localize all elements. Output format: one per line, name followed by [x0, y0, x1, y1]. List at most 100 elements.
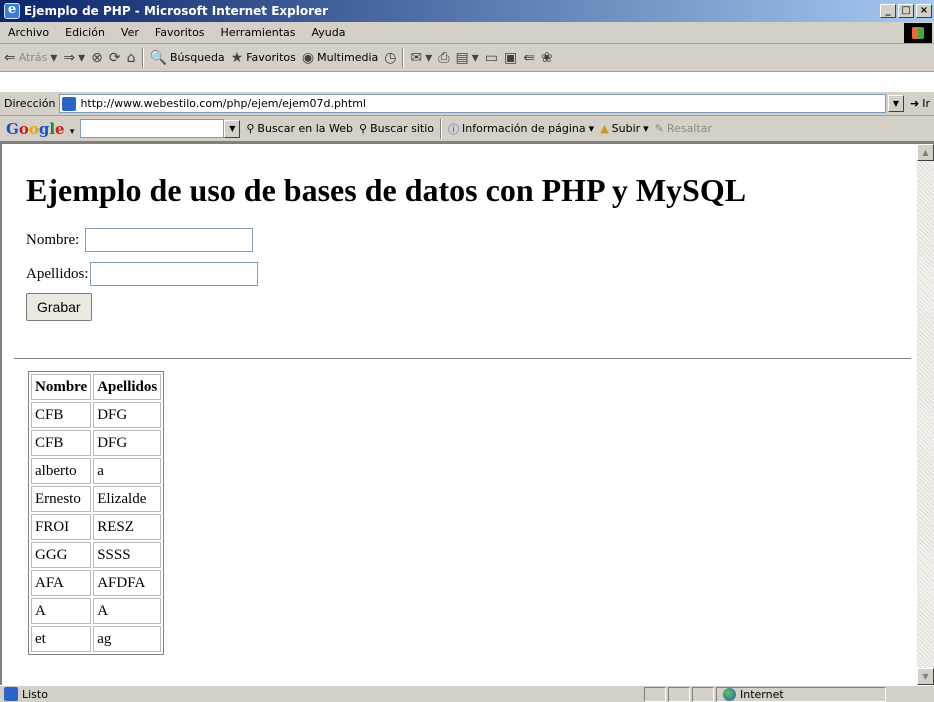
refresh-icon: ⟳ — [108, 49, 121, 66]
cell-apellidos: ag — [93, 626, 162, 652]
scroll-up-button[interactable]: ▲ — [917, 144, 934, 161]
cell-nombre: CFB — [31, 430, 92, 456]
cell-nombre: et — [31, 626, 92, 652]
address-input[interactable]: http://www.webestilo.com/php/ejem/ejem07… — [59, 94, 886, 113]
apellidos-label: Apellidos: — [26, 265, 89, 282]
page-viewport: Ejemplo de uso de bases de datos con PHP… — [0, 142, 934, 685]
go-arrow-icon: ➜ — [910, 97, 920, 110]
go-button[interactable]: ➜ Ir — [910, 97, 930, 110]
google-toolbar: Google ▾ ▼ ⚲ Buscar en la Web ⚲ Buscar s… — [0, 116, 934, 142]
window-controls: _ □ × — [880, 4, 932, 18]
scroll-down-button[interactable]: ▼ — [917, 668, 934, 685]
toolbar-separator — [141, 47, 144, 68]
menu-herramientas[interactable]: Herramientas — [213, 26, 304, 39]
status-pane — [644, 686, 666, 702]
table-row: GGG SSSS — [31, 542, 162, 568]
tools-icon: ❀ — [540, 49, 553, 66]
nombre-input[interactable] — [85, 228, 254, 252]
google-logo-letter: g — [38, 119, 50, 138]
edit-button[interactable]: ▤ ▾ — [455, 50, 478, 66]
menu-edicion[interactable]: Edición — [57, 26, 113, 39]
vertical-scrollbar[interactable]: ▲ ▼ — [917, 144, 934, 685]
search-web-button[interactable]: ⚲ Buscar en la Web — [246, 122, 353, 135]
status-pane — [668, 686, 690, 702]
menu-ayuda[interactable]: Ayuda — [303, 26, 353, 39]
nombre-label: Nombre: — [26, 231, 80, 248]
ie-icon — [4, 2, 20, 19]
back-label: Atrás — [18, 51, 48, 64]
highlighter-icon: ✎ — [654, 122, 664, 135]
back-button[interactable]: ⇐ Atrás ▾ — [4, 50, 57, 66]
status-pane — [692, 686, 714, 702]
print-icon: ⎙ — [438, 49, 450, 66]
google-search-input[interactable] — [80, 119, 225, 138]
home-button[interactable]: ⌂ — [127, 50, 136, 66]
results-table-body: CFB DFG CFB DFG alberto a Ernesto Elizalde FROI R… — [31, 402, 162, 652]
menu-ver[interactable]: Ver — [113, 26, 147, 39]
close-button[interactable]: × — [916, 4, 932, 18]
cell-apellidos: RESZ — [93, 514, 162, 540]
forward-button[interactable]: ⇒ ▾ — [63, 50, 85, 66]
forward-arrow-icon: ⇒ — [63, 49, 76, 66]
highlight-label: Resaltar — [666, 122, 712, 135]
google-menu-chevron-icon: ▾ — [69, 126, 75, 137]
messenger-icon: ⇚ — [523, 49, 535, 66]
info-icon: ⓘ — [448, 122, 460, 136]
page-status-icon — [4, 687, 18, 701]
page-info-button[interactable]: ⓘ Información de página ▾ — [448, 121, 594, 137]
tools-button[interactable]: ❀ — [541, 50, 553, 66]
discuss-icon: ▭ — [484, 49, 498, 66]
status-bar: Listo Internet — [0, 685, 934, 702]
window-title: Ejemplo de PHP - Microsoft Internet Expl… — [24, 4, 329, 18]
apellidos-input[interactable] — [89, 262, 258, 286]
address-bar: Dirección http://www.webestilo.com/php/e… — [0, 92, 934, 116]
favorites-button[interactable]: ★ Favoritos — [231, 50, 296, 66]
google-logo[interactable]: Google ▾ — [6, 120, 74, 138]
multimedia-button[interactable]: ◉ Multimedia — [302, 50, 378, 66]
search-site-button[interactable]: ⚲ Buscar sitio — [359, 122, 434, 135]
cell-apellidos: SSSS — [93, 542, 162, 568]
search-site-icon: ⚲ — [359, 122, 368, 135]
cell-apellidos: Elizalde — [93, 486, 162, 512]
standard-toolbar: ⇐ Atrás ▾ ⇒ ▾ ⊗ ⟳ ⌂ 🔍 Búsqueda ★ Favorit… — [0, 44, 934, 72]
research-button[interactable]: ▣ — [504, 50, 517, 66]
history-button[interactable]: ◷ — [384, 50, 396, 66]
maximize-button[interactable]: □ — [898, 4, 914, 18]
favorites-icon: ★ — [230, 49, 244, 66]
discuss-button[interactable]: ▭ — [485, 50, 498, 66]
google-logo-letter: o — [18, 119, 29, 138]
refresh-button[interactable]: ⟳ — [109, 50, 121, 66]
address-dropdown-button[interactable]: ▼ — [888, 95, 904, 112]
search-web-label: Buscar en la Web — [257, 122, 353, 135]
cell-nombre: Ernesto — [31, 486, 92, 512]
favorites-label: Favoritos — [246, 51, 296, 64]
table-row: alberto a — [31, 458, 162, 484]
apellidos-row: Apellidos: — [26, 261, 746, 287]
status-text: Listo — [22, 687, 48, 701]
menu-archivo[interactable]: Archivo — [0, 26, 57, 39]
menu-favoritos[interactable]: Favoritos — [147, 26, 213, 39]
globe-icon — [723, 687, 736, 701]
page-icon — [62, 96, 77, 111]
stop-button[interactable]: ⊗ — [91, 50, 103, 66]
highlight-button[interactable]: ✎ Resaltar — [655, 122, 712, 135]
messenger-button[interactable]: ⇚ — [523, 50, 535, 66]
table-header-row: Nombre Apellidos — [31, 374, 162, 400]
mail-button[interactable]: ✉ ▾ — [410, 50, 432, 66]
multimedia-label: Multimedia — [317, 51, 379, 64]
print-button[interactable]: ⎙ — [438, 50, 449, 66]
up-button[interactable]: ▲ Subir ▾ — [600, 122, 649, 135]
edit-icon: ▤ — [455, 49, 469, 66]
security-zone: Internet — [716, 686, 886, 702]
google-logo-letter: G — [6, 119, 19, 138]
dropdown-icon: ▾ — [78, 49, 86, 66]
google-search-dropdown[interactable]: ▼ — [224, 119, 241, 138]
windows-logo-icon — [904, 22, 932, 43]
home-icon: ⌂ — [126, 49, 136, 66]
page-heading: Ejemplo de uso de bases de datos con PHP… — [26, 172, 747, 208]
minimize-button[interactable]: _ — [880, 4, 896, 18]
search-button[interactable]: 🔍 Búsqueda — [150, 50, 225, 66]
toolbar-separator — [440, 118, 443, 139]
dropdown-icon: ▾ — [471, 49, 479, 66]
grabar-button[interactable]: Grabar — [26, 293, 92, 321]
